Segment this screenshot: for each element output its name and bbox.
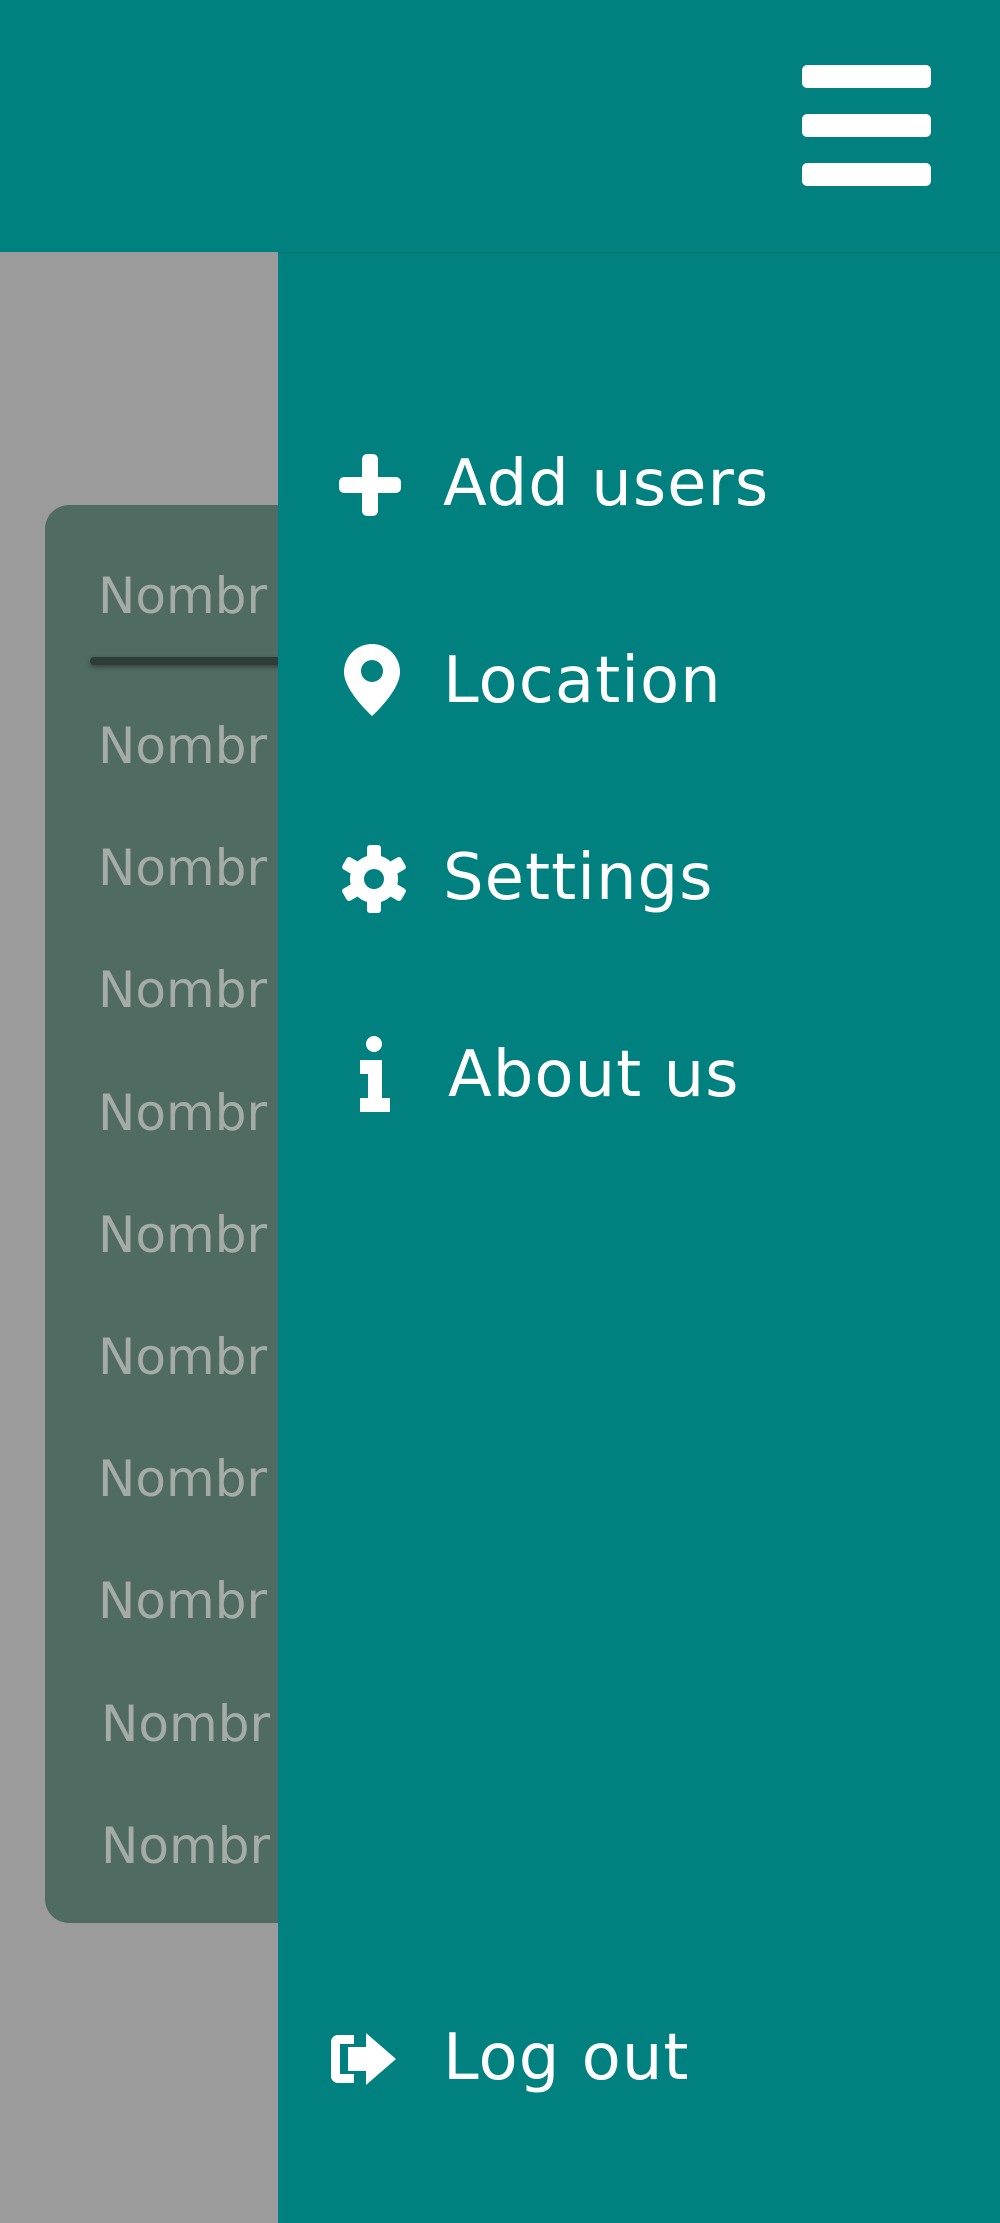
list-item: Nombr: [98, 961, 267, 1019]
drawer-item-about-us[interactable]: About us: [278, 1016, 1000, 1136]
drawer-item-log-out[interactable]: Log out: [278, 1999, 1000, 2119]
hamburger-line: [802, 114, 931, 137]
list-item: Nombr: [101, 1695, 270, 1753]
drawer-item-location[interactable]: Location: [278, 622, 1000, 742]
list-item: Nombr: [98, 1206, 267, 1264]
drawer-item-label: Add users: [443, 447, 770, 521]
logout-icon: [324, 2019, 404, 2099]
hamburger-line: [802, 163, 931, 186]
info-icon: [334, 1034, 414, 1114]
app-bar: [0, 0, 1000, 252]
list-item: Nombr: [98, 1450, 267, 1508]
list-item: Nombr: [98, 1572, 267, 1630]
plus-icon: [330, 445, 410, 525]
list-item: Nombr: [98, 717, 267, 775]
location-pin-icon: [332, 640, 412, 720]
drawer-item-label: Settings: [443, 841, 714, 915]
hamburger-menu-icon[interactable]: [802, 64, 931, 187]
drawer-item-add-users[interactable]: Add users: [278, 425, 1000, 545]
navigation-drawer: Add users Location Settings About us Log…: [278, 252, 1000, 2223]
drawer-item-label: About us: [448, 1038, 740, 1112]
gear-icon: [334, 839, 414, 919]
list-item: Nombr: [98, 567, 267, 625]
list-item: Nombr: [98, 1084, 267, 1142]
list-item: Nombr: [101, 1817, 270, 1875]
drawer-item-label: Log out: [443, 2021, 690, 2095]
drawer-item-settings[interactable]: Settings: [278, 819, 1000, 939]
hamburger-line: [802, 65, 931, 88]
list-item: Nombr: [98, 1328, 267, 1386]
list-item: Nombr: [98, 839, 267, 897]
drawer-item-label: Location: [443, 644, 722, 718]
